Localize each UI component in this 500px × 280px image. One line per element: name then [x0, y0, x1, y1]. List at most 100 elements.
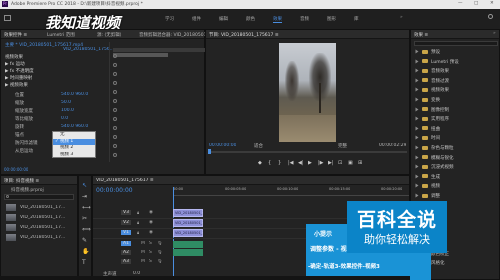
workspace-tab-0[interactable]: 学习 — [165, 16, 174, 22]
lift-icon[interactable]: ⊡ — [338, 160, 342, 166]
effect-section-3[interactable]: ▶ 时间重映射 — [5, 75, 32, 81]
effects-item-5[interactable]: 变换 — [431, 97, 440, 103]
effect-value-0[interactable]: 540.0 960.0 — [61, 92, 88, 97]
effects-item-13[interactable]: 生成 — [431, 174, 440, 180]
expand-arrow-icon[interactable] — [415, 107, 419, 112]
step-forward-icon[interactable]: |▶ — [318, 160, 324, 166]
expand-arrow-icon[interactable] — [415, 145, 419, 150]
effect-value-2[interactable]: 100.0 — [61, 108, 74, 113]
project-item-1[interactable]: VID_20180501_17... — [20, 215, 76, 220]
lock-icon[interactable]: 🔒︎ — [137, 220, 139, 226]
track-dropdown[interactable]: 无视频 1 视频 2 视频 3 ✓ — [52, 131, 96, 158]
expand-arrow-icon[interactable] — [415, 78, 419, 83]
mic-icon[interactable]: 🎙︎ — [157, 250, 163, 255]
track-select-icon[interactable]: ⇥ — [82, 193, 87, 200]
effects-item-6[interactable]: 图像控制 — [431, 107, 449, 113]
lock-icon[interactable]: 🔒︎ — [137, 230, 139, 236]
mute-button[interactable]: M — [141, 250, 145, 255]
mark-in-icon[interactable]: { — [268, 160, 271, 166]
project-item-2[interactable]: VID_20180501_17... — [20, 225, 76, 230]
mute-button[interactable]: M — [141, 259, 145, 264]
tab-program[interactable]: 节目: VID_20180501_175617 ≡ — [209, 32, 279, 38]
tab-effect-controls[interactable]: 效果控件 ≡ — [4, 32, 27, 38]
eye-icon[interactable]: ◉ — [149, 210, 153, 215]
expand-arrow-icon[interactable] — [415, 135, 419, 140]
pen-tool-icon[interactable]: ✎ — [82, 237, 87, 244]
tab-project[interactable]: 项目: 抖音视频 ≡ — [4, 178, 39, 184]
tab-source[interactable]: 源: (无剪辑) — [97, 32, 121, 38]
tab-lumetri-scopes[interactable]: Lumetri 范围 — [47, 32, 75, 38]
reset-icon[interactable] — [113, 63, 117, 67]
expand-arrow-icon[interactable] — [415, 116, 419, 121]
effect-section-4[interactable]: ▶ 视频效果 — [5, 82, 28, 88]
playhead-icon[interactable] — [208, 149, 211, 154]
effect-value-4[interactable]: 540.0 960.0 — [61, 124, 88, 129]
maximize-button[interactable]: □ — [474, 1, 478, 6]
clip-v2[interactable]: VID_20180501_1756 — [173, 219, 203, 227]
workspace-tab-6[interactable]: 图形 — [327, 16, 336, 22]
track-label-V3[interactable]: V3 — [121, 210, 131, 215]
expand-arrow-icon[interactable] — [415, 87, 419, 92]
solo-button[interactable]: S — [149, 241, 152, 246]
eye-icon[interactable]: ◉ — [149, 230, 153, 235]
clip-v3[interactable]: VID_20180501_1756 — [173, 209, 203, 217]
effects-item-10[interactable]: 杂色与颗粒 — [431, 145, 454, 151]
ripple-edit-icon[interactable]: ⟷ — [82, 204, 91, 211]
minimize-button[interactable]: — — [458, 1, 463, 6]
effects-item-0[interactable]: 预设 — [431, 49, 440, 55]
tab-audio-mixer[interactable]: 音频剪辑混合器: VID_20180501_... — [139, 32, 205, 38]
tab-effects[interactable]: 效果 ≡ — [414, 32, 428, 38]
workspace-tab-7[interactable]: 库 — [354, 16, 359, 22]
reset-icon[interactable] — [113, 54, 117, 58]
project-item-0[interactable]: VID_20180501_17... — [20, 205, 76, 210]
clip-thumbnail[interactable] — [6, 204, 16, 211]
clip-v1[interactable]: VID_20180501_1756 — [173, 229, 203, 237]
reset-icon[interactable] — [113, 72, 117, 76]
selection-tool-icon[interactable]: ↖ — [82, 182, 87, 189]
workspace-menu-icon[interactable]: » — [400, 15, 403, 20]
reset-icon[interactable] — [113, 108, 117, 112]
clip-thumbnail[interactable] — [6, 214, 16, 221]
expand-arrow-icon[interactable] — [415, 59, 419, 64]
effect-section-2[interactable]: ▶ fx 不透明度 — [5, 68, 34, 74]
expand-arrow-icon[interactable] — [415, 49, 419, 54]
effects-item-15[interactable]: 调整 — [431, 193, 440, 199]
effects-item-2[interactable]: 音频效果 — [431, 68, 449, 74]
expand-arrow-icon[interactable] — [415, 164, 419, 169]
workspace-tab-3[interactable]: 颜色 — [246, 16, 255, 22]
tab-timeline[interactable]: VID_20180501_175617 ≡ — [96, 178, 154, 183]
effects-item-8[interactable]: 扭曲 — [431, 126, 440, 132]
program-scrubber[interactable] — [209, 151, 407, 153]
effects-item-22[interactable]: 风格化 — [431, 260, 445, 266]
go-to-out-icon[interactable]: ▶| — [328, 160, 334, 166]
workspace-tab-5[interactable]: 音频 — [300, 16, 309, 22]
reset-icon[interactable] — [113, 81, 117, 85]
razor-tool-icon[interactable]: ✂ — [82, 215, 87, 222]
project-item-3[interactable]: VID_20180501_17... — [20, 235, 76, 240]
reset-icon[interactable] — [113, 99, 117, 103]
effects-item-4[interactable]: 视频效果 — [431, 87, 449, 93]
home-icon[interactable] — [4, 15, 11, 21]
mic-icon[interactable]: 🎙︎ — [157, 241, 163, 246]
reset-icon[interactable] — [113, 90, 117, 94]
expand-arrow-icon[interactable] — [415, 68, 419, 73]
effect-section-0[interactable]: 视频效果 — [5, 54, 23, 60]
search-icon[interactable] — [488, 14, 493, 19]
audio-clip-2[interactable] — [173, 249, 203, 256]
reset-icon[interactable] — [113, 126, 117, 130]
expand-arrow-icon[interactable] — [415, 126, 419, 131]
effect-value-1[interactable]: 50.0 — [61, 100, 71, 105]
project-search[interactable] — [4, 194, 74, 200]
effect-section-1[interactable]: ▶ fx 运动 — [5, 61, 25, 67]
solo-button[interactable]: S — [149, 259, 152, 264]
solo-button[interactable]: S — [149, 250, 152, 255]
mic-icon[interactable]: 🎙︎ — [157, 259, 163, 264]
clip-thumbnail[interactable] — [6, 234, 16, 241]
track-label-A3[interactable]: A3 — [121, 259, 131, 264]
track-label-V1[interactable]: V1 — [121, 230, 131, 235]
expand-arrow-icon[interactable] — [415, 183, 419, 188]
extract-icon[interactable]: ▣ — [348, 160, 353, 166]
fit-select[interactable]: 适合 — [254, 143, 263, 149]
reset-icon[interactable] — [113, 117, 117, 121]
audio-clip-1[interactable] — [173, 241, 203, 248]
